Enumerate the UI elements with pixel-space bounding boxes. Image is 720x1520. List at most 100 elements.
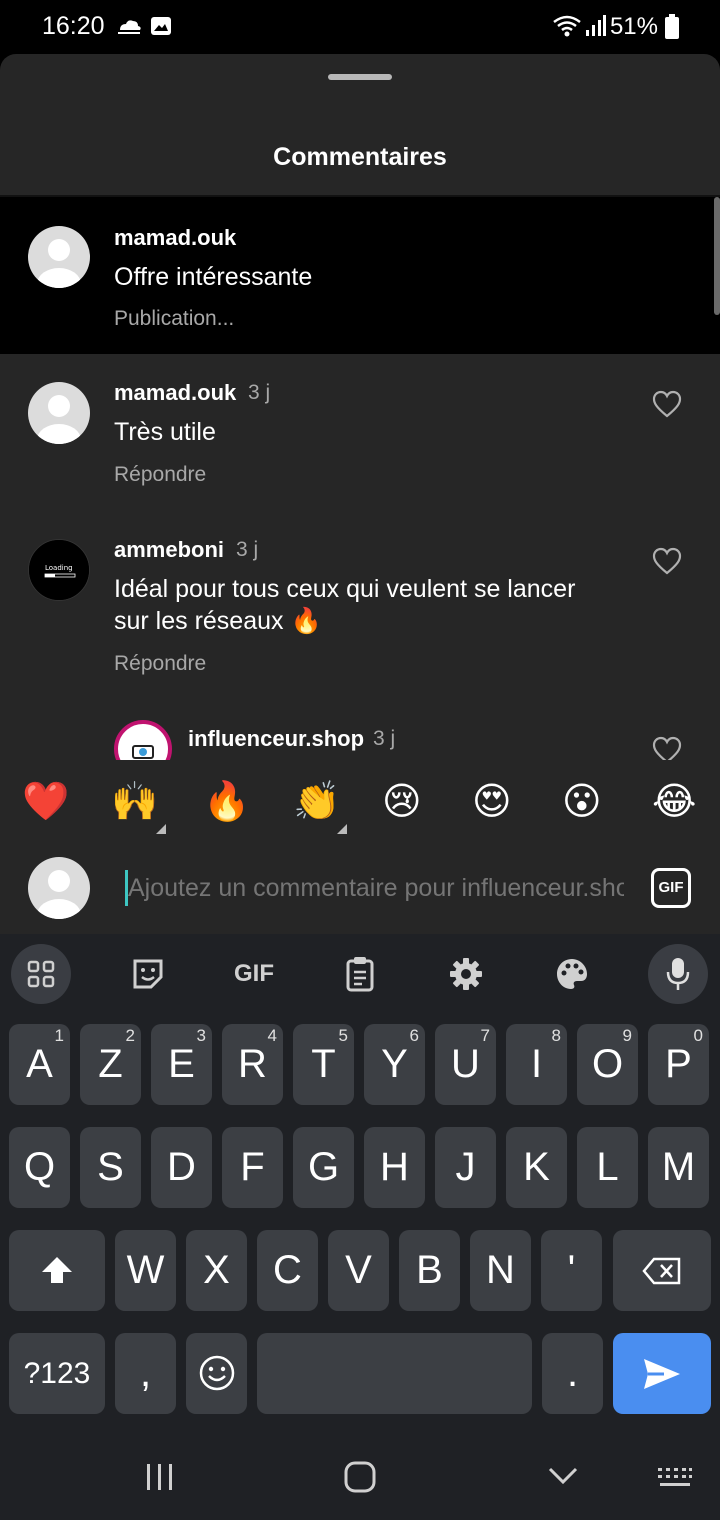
key-g[interactable]: G [293,1127,354,1208]
key-s[interactable]: S [80,1127,141,1208]
like-heart-icon[interactable] [652,390,682,418]
key-c[interactable]: C [257,1230,318,1311]
send-key[interactable] [613,1333,711,1414]
recent-apps-icon[interactable] [144,1462,176,1492]
skin-tone-indicator-icon [156,824,166,834]
symbols-key[interactable]: ?123 [9,1333,105,1414]
comment-input[interactable] [128,868,624,908]
emoji-heart[interactable]: ❤️ [22,779,69,823]
battery-percent: 51% [609,13,658,40]
emoji-heart-eyes[interactable]: 😍 [472,779,512,823]
key-label: I [530,1042,543,1086]
key-r[interactable]: R4 [222,1024,283,1105]
key-e[interactable]: E3 [151,1024,212,1105]
shift-arrow-icon [42,1257,72,1283]
space-key[interactable] [257,1333,532,1414]
key-w[interactable]: W [115,1230,176,1311]
comment-text: Très utile [114,418,216,446]
scrollbar[interactable] [714,197,720,315]
key-apostrophe[interactable]: ' [541,1230,602,1311]
signal-icon [586,15,606,36]
back-chevron-down-icon[interactable] [547,1466,579,1486]
emoji-fire[interactable]: 🔥 [203,779,250,823]
key-o[interactable]: O9 [577,1024,638,1105]
emoji-laughing[interactable]: 😂 [652,779,696,823]
emoji-raising-hands[interactable]: 🙌 [111,779,158,823]
emoji-surprised[interactable]: 😮 [562,779,602,823]
key-p[interactable]: P0 [648,1024,709,1105]
sticker-icon[interactable] [118,944,178,1004]
comment-username[interactable]: ammeboni [114,537,224,563]
key-i[interactable]: I8 [506,1024,567,1105]
comment-time: 3 j [248,381,271,404]
key-u[interactable]: U7 [435,1024,496,1105]
skin-tone-indicator-icon [337,824,347,834]
comment-username[interactable]: influenceur.shop [188,726,364,752]
key-label: Y [381,1042,408,1086]
key-f[interactable]: F [222,1127,283,1208]
backspace-key[interactable] [613,1230,711,1311]
shift-key[interactable] [9,1230,105,1311]
key-z[interactable]: Z2 [80,1024,141,1105]
comment-username[interactable]: mamad.ouk [114,225,236,251]
status-bar: 16:20 51% [0,0,720,54]
key-hint: 3 [196,1026,206,1045]
home-icon[interactable] [343,1460,377,1494]
send-arrow-icon [644,1359,680,1389]
emoji-crying[interactable]: 😢 [382,779,422,823]
reply-button[interactable]: Répondre [114,652,206,676]
keyboard: GIF A1 Z2 E3 R4 T5 Y6 U7 I8 O9 P0 Q S D … [0,934,720,1520]
keyboard-toggle-icon[interactable] [656,1466,694,1490]
reply-button[interactable]: Répondre [114,463,206,487]
emoji-clapping[interactable]: 👏 [293,779,340,823]
mic-icon[interactable] [648,944,708,1004]
key-m[interactable]: M [648,1127,709,1208]
comment-time: 3 j [236,538,259,561]
key-k[interactable]: K [506,1127,567,1208]
weather-icon [118,20,141,34]
avatar-loading-label: Loading [45,564,73,572]
settings-icon[interactable] [436,944,496,1004]
drag-handle[interactable] [328,74,392,80]
key-t[interactable]: T5 [293,1024,354,1105]
key-x[interactable]: X [186,1230,247,1311]
avatar[interactable]: Loading [28,539,90,601]
like-heart-icon[interactable] [652,547,682,575]
comment-text-line1: Idéal pour tous ceux qui veulent se lanc… [114,575,576,603]
key-v[interactable]: V [328,1230,389,1311]
key-label: P [665,1042,692,1086]
key-hint: 7 [480,1026,490,1045]
key-label: U [451,1042,480,1086]
posting-status: Publication... [114,307,235,330]
avatar[interactable] [28,226,90,288]
key-y[interactable]: Y6 [364,1024,425,1105]
key-d[interactable]: D [151,1127,212,1208]
key-b[interactable]: B [399,1230,460,1311]
key-n[interactable]: N [470,1230,531,1311]
key-label: O [591,1042,624,1086]
key-j[interactable]: J [435,1127,496,1208]
key-label: R [238,1042,267,1086]
emoji-key[interactable] [186,1333,247,1414]
avatar[interactable] [28,382,90,444]
palette-icon[interactable] [542,944,602,1004]
emoji-quick-bar: ❤️ 🙌 🔥 👏 😢 😍 😮 😂 [0,760,720,848]
gif-button[interactable]: GIF [651,868,691,908]
key-hint: 6 [409,1026,419,1045]
key-label: Z [98,1042,123,1086]
key-hint: 0 [693,1026,703,1045]
comment-text: Offre intéressante [114,263,313,291]
key-a[interactable]: A1 [9,1024,70,1105]
gif-keyboard-button[interactable]: GIF [224,944,284,1004]
grid-icon[interactable] [11,944,71,1004]
sheet-title: Commentaires [273,143,447,171]
clipboard-icon[interactable] [330,944,390,1004]
key-label: T [311,1042,336,1086]
period-key[interactable]: . [542,1333,603,1414]
comma-key[interactable]: , [115,1333,176,1414]
comment-username[interactable]: mamad.ouk [114,380,236,406]
key-q[interactable]: Q [9,1127,70,1208]
key-l[interactable]: L [577,1127,638,1208]
key-h[interactable]: H [364,1127,425,1208]
gallery-icon [151,17,171,35]
